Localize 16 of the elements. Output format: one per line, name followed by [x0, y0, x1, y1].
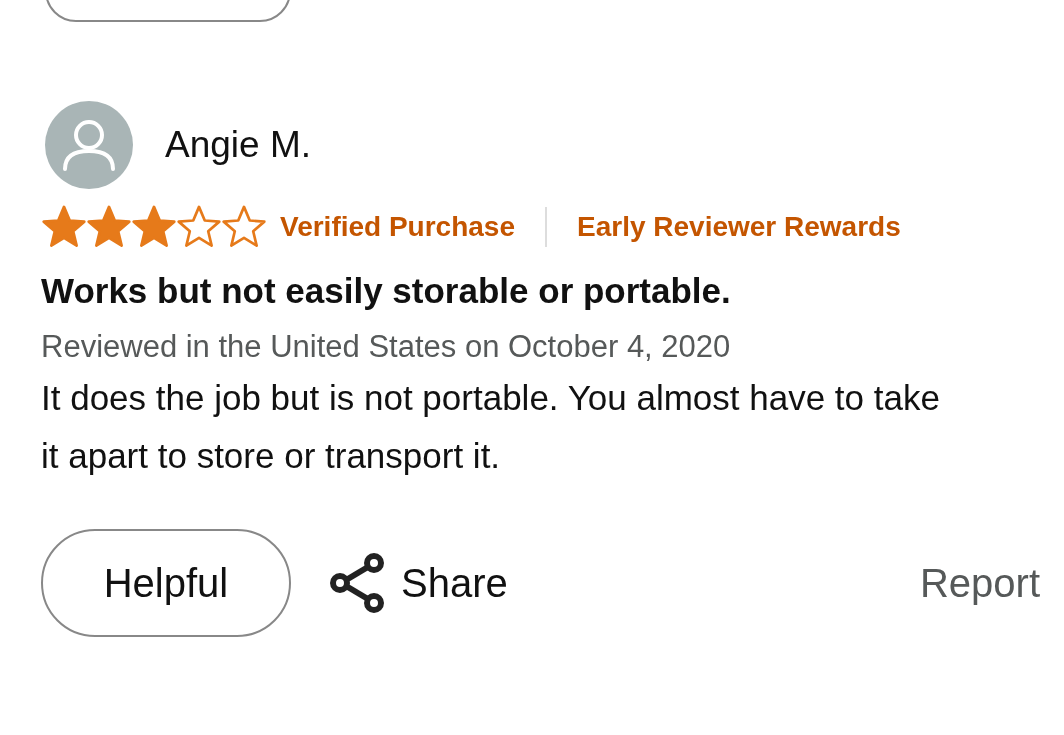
filled-star-icon — [86, 204, 132, 250]
empty-star-icon — [176, 204, 222, 250]
review-text: It does the job but is not portable. You almost have to take it apart to store or transport it. — [41, 377, 941, 477]
report-link[interactable]: Report — [919, 560, 1040, 606]
share-link[interactable]: Share — [401, 560, 508, 606]
filled-star-icon — [41, 204, 87, 250]
empty-star-icon — [221, 204, 267, 250]
avatar-icon — [45, 101, 133, 189]
reviewer-name: Angie M. — [165, 124, 311, 166]
review-date: Reviewed in the United States on October 4, 2020 — [41, 329, 732, 365]
filled-star-icon — [131, 204, 177, 250]
share-icon[interactable] — [329, 552, 385, 614]
review-title: Works but not easily storable or portable. — [41, 271, 732, 311]
badge-label: Verified Purchase — [280, 211, 515, 243]
helpful-button[interactable]: Helpful — [41, 529, 291, 637]
badge-label: Early Reviewer Rewards — [577, 211, 901, 243]
